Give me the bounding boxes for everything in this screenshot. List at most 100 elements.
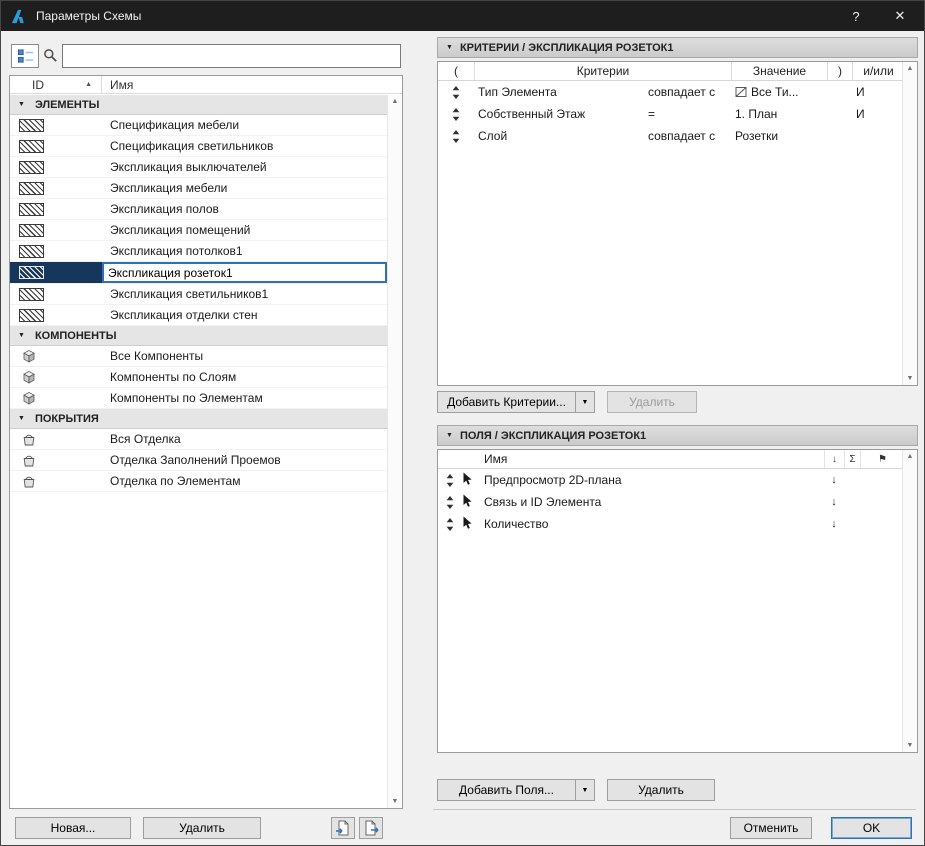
group-label: КОМПОНЕНТЫ [34, 329, 117, 342]
criterion-operator[interactable]: совпадает с [644, 129, 731, 143]
criteria-section-header[interactable]: ▼ КРИТЕРИИ / ЭКСПЛИКАЦИЯ РОЗЕТОК1 [437, 37, 918, 58]
criterion-operator[interactable]: совпадает с [644, 85, 731, 99]
list-item-label: Экспликация выключателей [110, 160, 267, 174]
criterion-name[interactable]: Собственный Этаж [474, 107, 644, 121]
criterion-andor[interactable]: И [852, 107, 904, 121]
group-header-surfaces[interactable]: ▼ ПОКРЫТИЯ [10, 409, 387, 429]
criterion-value[interactable]: Розетки [731, 129, 827, 143]
collapse-triangle-icon[interactable]: ▼ [18, 101, 25, 108]
delete-criteria-button[interactable]: Удалить [607, 391, 697, 413]
sum-sigma-icon[interactable]: Σ [844, 450, 860, 468]
drag-handle-icon[interactable] [438, 474, 462, 487]
list-item-label: Отделка Заполнений Проемов [110, 453, 281, 467]
list-item[interactable]: Экспликация потолков1 [10, 241, 387, 262]
field-name[interactable]: Связь и ID Элемента [484, 495, 824, 509]
list-item[interactable]: Спецификация светильников [10, 136, 387, 157]
dropdown-arrow-icon[interactable]: ▼ [576, 787, 594, 794]
scroll-down-icon[interactable]: ▼ [907, 742, 914, 749]
scheme-name-edit-field[interactable] [102, 262, 387, 283]
column-header-name[interactable]: Имя [102, 78, 133, 92]
list-item-selected[interactable] [10, 262, 387, 284]
drag-handle-icon[interactable] [438, 130, 474, 143]
surface-icon [10, 471, 102, 491]
list-item[interactable]: Все Компоненты [10, 346, 387, 367]
sort-down-icon[interactable]: ↓ [824, 496, 844, 508]
column-header-id[interactable]: ID ▲ [10, 76, 102, 93]
field-row[interactable]: Предпросмотр 2D-плана ↓ [438, 469, 917, 491]
drag-handle-icon[interactable] [438, 496, 462, 509]
collapse-triangle-icon[interactable]: ▼ [18, 332, 25, 339]
list-item-label: Спецификация мебели [110, 118, 240, 132]
sort-down-icon[interactable]: ↓ [824, 450, 844, 468]
list-item[interactable]: Экспликация помещений [10, 220, 387, 241]
dropdown-arrow-icon[interactable]: ▼ [576, 399, 594, 406]
list-item[interactable]: Отделка по Элементам [10, 471, 387, 492]
help-button[interactable]: ? [834, 1, 878, 31]
list-item[interactable]: Компоненты по Элементам [10, 388, 387, 409]
list-item[interactable]: Отделка Заполнений Проемов [10, 450, 387, 471]
criterion-value[interactable]: 1. План [731, 107, 827, 121]
collapse-triangle-icon[interactable]: ▼ [446, 44, 453, 51]
list-item[interactable]: Экспликация светильников1 [10, 284, 387, 305]
collapse-triangle-icon[interactable]: ▼ [446, 432, 453, 439]
drag-handle-icon[interactable] [438, 518, 462, 531]
list-item[interactable]: Компоненты по Слоям [10, 367, 387, 388]
title-bar: Параметры Схемы ? ✕ [1, 1, 924, 31]
scheme-list-header[interactable]: ID ▲ Имя [10, 76, 402, 94]
add-fields-button[interactable]: Добавить Поля... ▼ [437, 779, 595, 801]
list-item[interactable]: Экспликация выключателей [10, 157, 387, 178]
tree-view-settings-button[interactable] [11, 44, 39, 68]
criterion-value[interactable]: Все Ти... [731, 85, 827, 99]
criteria-scrollbar[interactable]: ▲ ▼ [902, 62, 917, 385]
list-item[interactable]: Экспликация полов [10, 199, 387, 220]
new-scheme-button[interactable]: Новая... [15, 817, 131, 839]
add-criteria-button[interactable]: Добавить Критерии... ▼ [437, 391, 595, 413]
collapse-triangle-icon[interactable]: ▼ [18, 415, 25, 422]
list-item[interactable]: Экспликация отделки стен [10, 305, 387, 326]
criterion-value-label: Розетки [735, 129, 779, 143]
surface-icon [10, 450, 102, 470]
export-scheme-button[interactable] [359, 817, 383, 839]
scroll-down-icon[interactable]: ▼ [392, 798, 399, 805]
list-item[interactable]: Спецификация мебели [10, 115, 387, 136]
criterion-name[interactable]: Тип Элемента [474, 85, 644, 99]
field-row[interactable]: Количество ↓ [438, 513, 917, 535]
field-row[interactable]: Связь и ID Элемента ↓ [438, 491, 917, 513]
group-header-components[interactable]: ▼ КОМПОНЕНТЫ [10, 326, 387, 346]
scheme-hatch-icon [10, 262, 102, 283]
ok-button[interactable]: OK [831, 817, 912, 839]
criterion-name[interactable]: Слой [474, 129, 644, 143]
search-input[interactable] [62, 44, 401, 68]
field-name[interactable]: Количество [484, 517, 824, 531]
group-header-elements[interactable]: ▼ ЭЛЕМЕНТЫ [10, 95, 387, 115]
scroll-down-icon[interactable]: ▼ [907, 375, 914, 382]
field-name[interactable]: Предпросмотр 2D-плана [484, 473, 824, 487]
drag-handle-icon[interactable] [438, 108, 474, 121]
delete-scheme-button[interactable]: Удалить [143, 817, 261, 839]
scroll-up-icon[interactable]: ▲ [907, 453, 914, 460]
criterion-andor[interactable]: И [852, 85, 904, 99]
list-item[interactable]: Экспликация мебели [10, 178, 387, 199]
sort-down-icon[interactable]: ↓ [824, 474, 844, 486]
group-label: ПОКРЫТИЯ [34, 412, 99, 425]
search-icon [43, 48, 58, 63]
delete-fields-button[interactable]: Удалить [607, 779, 715, 801]
fields-scrollbar[interactable]: ▲ ▼ [902, 450, 917, 752]
drag-handle-icon[interactable] [438, 86, 474, 99]
criteria-table-header: ( Критерии Значение ) и/или [438, 62, 917, 81]
scheme-list-scrollbar[interactable]: ▲ ▼ [387, 95, 402, 808]
scheme-hatch-icon [10, 241, 102, 261]
fields-section-header[interactable]: ▼ ПОЛЯ / ЭКСПЛИКАЦИЯ РОЗЕТОК1 [437, 425, 918, 446]
criteria-row[interactable]: Слой совпадает с Розетки [438, 125, 917, 147]
flag-icon[interactable]: ⚑ [860, 450, 904, 468]
scroll-up-icon[interactable]: ▲ [907, 65, 914, 72]
close-button[interactable]: ✕ [878, 1, 922, 31]
criteria-row[interactable]: Собственный Этаж = 1. План И [438, 103, 917, 125]
sort-down-icon[interactable]: ↓ [824, 518, 844, 530]
criterion-operator[interactable]: = [644, 107, 731, 121]
scroll-up-icon[interactable]: ▲ [392, 98, 399, 105]
list-item[interactable]: Вся Отделка [10, 429, 387, 450]
cancel-button[interactable]: Отменить [730, 817, 812, 839]
import-scheme-button[interactable] [331, 817, 355, 839]
criteria-row[interactable]: Тип Элемента совпадает с Все Ти... И [438, 81, 917, 103]
